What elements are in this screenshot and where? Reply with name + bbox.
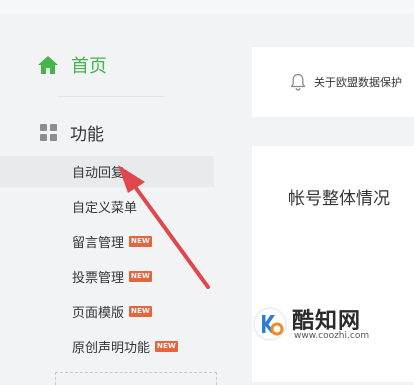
sidebar-item-original-declaration[interactable]: 原创声明功能 NEW xyxy=(0,331,214,362)
sidebar-item-vote-management[interactable]: 投票管理 NEW xyxy=(0,261,214,292)
sidebar-item-page-templates[interactable]: 页面模版 NEW xyxy=(0,296,214,327)
bell-icon xyxy=(290,73,306,91)
sidebar-item-comment-management[interactable]: 留言管理 NEW xyxy=(0,226,214,257)
notice-text: 关于欧盟数据保护 xyxy=(314,76,402,89)
account-overview-title: 帐号整体情况 xyxy=(288,189,390,209)
sidebar-item-label: 留言管理 xyxy=(72,236,125,251)
coozhi-logo xyxy=(253,307,287,341)
notice-bar[interactable]: 关于欧盟数据保护 xyxy=(252,47,414,117)
sidebar-item-label: 投票管理 xyxy=(72,271,125,286)
watermark-url: www.coozhi.com xyxy=(294,331,370,341)
sidebar-item-custom-menu[interactable]: 自定义菜单 xyxy=(0,191,214,222)
top-strip xyxy=(0,0,414,14)
sidebar-section-label: 功能 xyxy=(70,125,104,145)
add-feature-placeholder[interactable] xyxy=(55,372,217,385)
sidebar-home-label: 首页 xyxy=(71,56,107,77)
sidebar-item-auto-reply[interactable]: 自动回复 xyxy=(0,156,214,187)
sidebar-divider xyxy=(58,96,164,97)
watermark: 酷知网 www.coozhi.com xyxy=(250,300,410,350)
home-icon xyxy=(37,55,59,75)
sidebar-item-label: 自定义菜单 xyxy=(72,201,138,216)
new-badge: NEW xyxy=(129,236,152,247)
grid-icon xyxy=(40,123,58,142)
sidebar-item-label: 自动回复 xyxy=(72,166,125,181)
new-badge: NEW xyxy=(129,306,152,317)
sidebar-item-label: 原创声明功能 xyxy=(72,341,151,356)
new-badge: NEW xyxy=(155,341,178,352)
sidebar-item-label: 页面模版 xyxy=(72,306,125,321)
sidebar-item-home[interactable]: 首页 xyxy=(37,52,107,78)
sidebar-section-features: 功能 xyxy=(40,120,104,145)
new-badge: NEW xyxy=(129,271,152,282)
